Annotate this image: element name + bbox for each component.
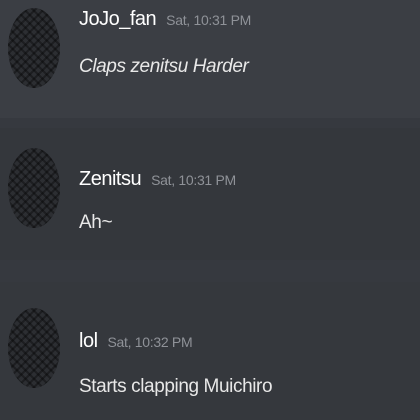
chat-message: JoJo_fan Sat, 10:31 PM Claps zenitsu Har… xyxy=(0,0,420,118)
message-header: Zenitsu Sat, 10:31 PM xyxy=(79,168,236,191)
chat-message: lol Sat, 10:32 PM Starts clapping Muichi… xyxy=(0,282,420,420)
username[interactable]: JoJo_fan xyxy=(79,8,157,31)
message-header: JoJo_fan Sat, 10:31 PM xyxy=(79,8,251,31)
username[interactable]: lol xyxy=(79,330,98,353)
message-text: Starts clapping Muichiro xyxy=(79,376,273,397)
avatar[interactable] xyxy=(8,148,60,228)
message-header: lol Sat, 10:32 PM xyxy=(79,330,193,353)
username[interactable]: Zenitsu xyxy=(79,168,142,191)
timestamp: Sat, 10:32 PM xyxy=(107,334,193,350)
timestamp: Sat, 10:31 PM xyxy=(151,172,236,188)
chat-message: Zenitsu Sat, 10:31 PM Ah~ xyxy=(0,128,420,260)
avatar[interactable] xyxy=(8,308,60,388)
avatar[interactable] xyxy=(8,8,60,88)
message-text: Ah~ xyxy=(79,212,113,233)
timestamp: Sat, 10:31 PM xyxy=(166,12,251,28)
message-text: Claps zenitsu Harder xyxy=(79,56,249,77)
chat-message-list: JoJo_fan Sat, 10:31 PM Claps zenitsu Har… xyxy=(0,0,420,420)
